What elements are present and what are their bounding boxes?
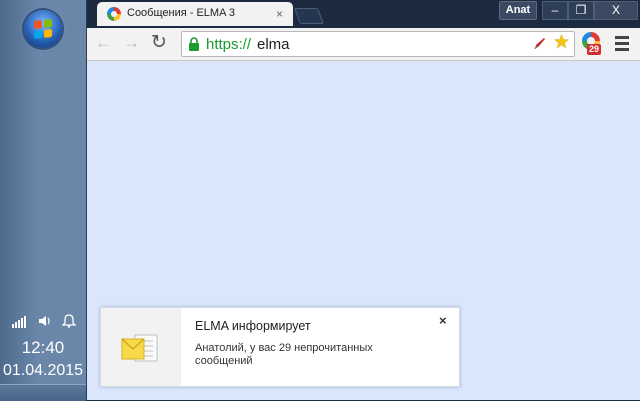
network-signal-icon[interactable] bbox=[12, 314, 28, 328]
elma-extension-icon[interactable]: 29 bbox=[581, 32, 605, 56]
minimize-button[interactable]: – bbox=[542, 1, 568, 20]
close-window-button[interactable]: X bbox=[594, 1, 638, 20]
url-host: elma bbox=[257, 36, 290, 53]
notification-icon-area bbox=[101, 308, 181, 386]
notification-toast[interactable]: ELMA информирует Анатолий, у вас 29 непр… bbox=[100, 307, 460, 387]
browser-toolbar: ← → ↻ https:// elma ★ 29 bbox=[87, 28, 640, 61]
profile-button[interactable]: Anat bbox=[499, 1, 537, 20]
restore-button[interactable]: ❐ bbox=[568, 1, 594, 20]
url-scheme: https:// bbox=[206, 36, 252, 53]
title-bar: Сообщения - ELMA 3 × Anat – ❐ X bbox=[87, 0, 640, 28]
lock-icon[interactable] bbox=[188, 37, 200, 51]
elma-favicon-icon bbox=[107, 7, 121, 21]
system-tray bbox=[12, 314, 78, 330]
notification-bell-icon[interactable] bbox=[61, 314, 77, 328]
tab-title: Сообщения - ELMA 3 bbox=[127, 7, 235, 19]
tab-messages[interactable]: Сообщения - ELMA 3 × bbox=[97, 2, 293, 26]
clock-time[interactable]: 12:40 bbox=[0, 338, 86, 358]
windows-logo-icon bbox=[34, 19, 52, 39]
taskbar: 12:40 01.04.2015 bbox=[0, 0, 87, 401]
address-bar[interactable]: https:// elma ★ bbox=[181, 31, 575, 57]
menu-hamburger-icon[interactable] bbox=[615, 36, 629, 51]
pen-extension-icon[interactable] bbox=[532, 36, 548, 52]
clock-date[interactable]: 01.04.2015 bbox=[0, 362, 86, 380]
bookmark-star-icon[interactable]: ★ bbox=[553, 33, 570, 53]
new-tab-button[interactable] bbox=[294, 8, 324, 24]
reload-icon[interactable]: ↻ bbox=[151, 33, 167, 52]
back-arrow-icon[interactable]: ← bbox=[95, 34, 112, 52]
tab-close-icon[interactable]: × bbox=[276, 7, 283, 21]
taskbar-bottom-button[interactable] bbox=[0, 384, 86, 401]
envelope-icon bbox=[121, 334, 159, 362]
start-button[interactable] bbox=[24, 10, 62, 48]
forward-arrow-icon[interactable]: → bbox=[123, 34, 140, 52]
notification-close-icon[interactable]: × bbox=[439, 314, 447, 328]
notification-title: ELMA информирует bbox=[195, 319, 311, 333]
unread-count-badge: 29 bbox=[587, 44, 602, 55]
volume-icon[interactable] bbox=[38, 314, 52, 328]
notification-message: Анатолий, у вас 29 непрочитанных сообщен… bbox=[195, 342, 373, 367]
